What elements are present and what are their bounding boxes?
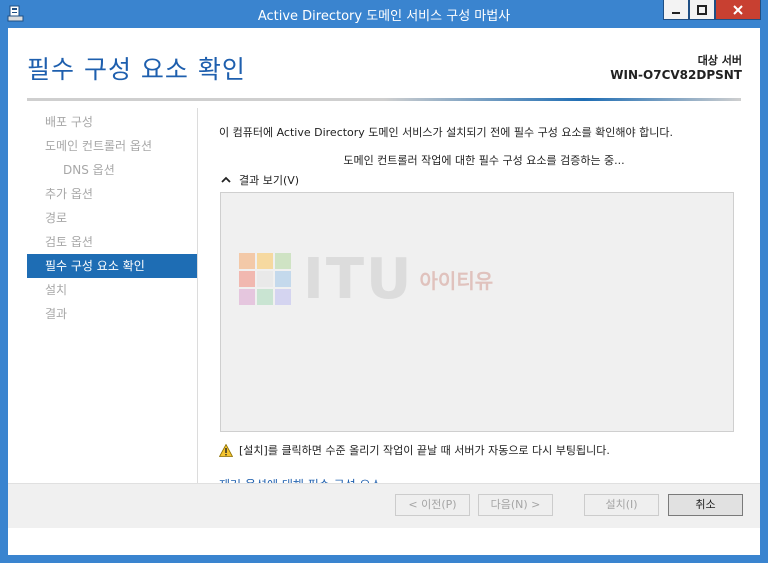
reboot-warning: [설치]를 클릭하면 수준 올리기 작업이 끝날 때 서버가 자동으로 다시 부… — [219, 442, 610, 458]
maximize-button[interactable] — [689, 0, 715, 20]
watermark-logo: ITU 아이티유 — [235, 246, 575, 312]
view-results-label: 결과 보기(V) — [239, 174, 300, 187]
target-server-label: 대상 서버 — [697, 54, 742, 67]
nav-item-paths[interactable]: 경로 — [27, 206, 197, 230]
nav-item-results[interactable]: 결과 — [27, 302, 197, 326]
watermark-word: ITU — [303, 246, 414, 312]
cube-logo-icon — [239, 253, 291, 305]
reboot-warning-text: [설치]를 클릭하면 수준 올리기 작업이 끝날 때 서버가 자동으로 다시 부… — [239, 444, 610, 457]
minimize-button[interactable] — [663, 0, 689, 20]
wizard-window: Active Directory 도메인 서비스 구성 마법사 필수 구성 요소… — [0, 0, 768, 563]
close-button[interactable] — [715, 0, 761, 20]
wizard-body: 필수 구성 요소 확인 대상 서버 WIN-O7CV82DPSNT 배포 구성 … — [8, 28, 760, 555]
header-divider — [27, 98, 741, 101]
maximize-icon — [697, 4, 707, 15]
chevron-up-icon — [221, 176, 231, 183]
nav-separator — [197, 108, 198, 508]
watermark-sub: 아이티유 — [419, 268, 494, 293]
window-frame-right — [760, 28, 768, 555]
install-button[interactable]: 설치(I) — [584, 494, 659, 516]
nav-item-review[interactable]: 검토 옵션 — [27, 230, 197, 254]
prereq-description: 이 컴퓨터에 Active Directory 도메인 서비스가 설치되기 전에… — [219, 126, 674, 139]
window-frame-left — [0, 28, 8, 555]
nav-item-additional-options[interactable]: 추가 옵션 — [27, 182, 197, 206]
target-server-name: WIN-O7CV82DPSNT — [610, 68, 742, 82]
validation-status: 도메인 컨트롤러 작업에 대한 필수 구성 요소를 검증하는 중... — [343, 154, 625, 167]
nav-item-dns-options[interactable]: DNS 옵션 — [27, 158, 197, 182]
close-icon — [733, 4, 743, 15]
window-frame-bottom — [0, 555, 768, 563]
next-button[interactable]: 다음(N) > — [478, 494, 553, 516]
page-title: 필수 구성 요소 확인 — [27, 55, 246, 84]
wizard-footer: < 이전(P) 다음(N) > 설치(I) 취소 — [8, 483, 760, 528]
nav-item-prereq-check[interactable]: 필수 구성 요소 확인 — [27, 254, 197, 278]
view-results-toggle[interactable]: 결과 보기(V) — [221, 172, 299, 188]
title-bar[interactable]: Active Directory 도메인 서비스 구성 마법사 — [0, 0, 768, 28]
nav-item-deployment[interactable]: 배포 구성 — [27, 110, 197, 134]
previous-button[interactable]: < 이전(P) — [395, 494, 470, 516]
nav-item-dc-options[interactable]: 도메인 컨트롤러 옵션 — [27, 134, 197, 158]
nav-item-install[interactable]: 설치 — [27, 278, 197, 302]
cancel-button[interactable]: 취소 — [668, 494, 743, 516]
minimize-icon — [672, 11, 680, 14]
content-pane: 이 컴퓨터에 Active Directory 도메인 서비스가 설치되기 전에… — [219, 124, 749, 492]
wizard-nav: 배포 구성 도메인 컨트롤러 옵션 DNS 옵션 추가 옵션 경로 검토 옵션 … — [27, 110, 197, 326]
warning-icon — [219, 443, 233, 457]
window-title: Active Directory 도메인 서비스 구성 마법사 — [257, 9, 511, 24]
results-panel[interactable]: ITU 아이티유 — [220, 192, 734, 432]
